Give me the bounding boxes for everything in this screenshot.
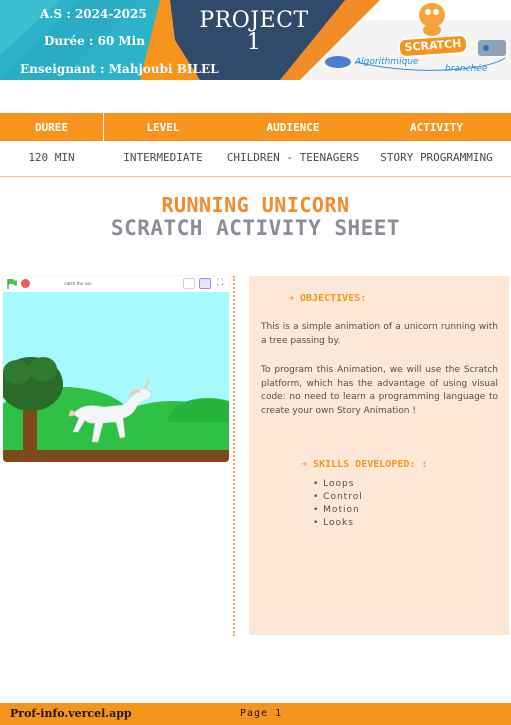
header-banner: A.S : 2024-2025 Durée : 60 Min Enseignan… [0,0,511,80]
tagline-algorithmique: Algorithmique [355,57,419,67]
info-value-audience: CHILDREN - TEENAGERS [226,151,360,164]
skills-heading: ➔ SKILLS DEVELOPED: : [301,459,428,470]
small-stage-icon[interactable] [183,278,195,289]
info-header-activity: ACTIVITY [410,121,463,134]
info-value-level: INTERMEDIATE [123,151,203,164]
info-header-level: LEVEL [146,121,180,134]
activity-subtitle: SCRATCH ACTIVITY SHEET [110,216,401,240]
info-table-row: 120 MIN INTERMEDIATE CHILDREN - TEENAGER… [0,141,511,177]
fullscreen-icon[interactable]: ⛶ [217,278,223,288]
info-table-header: DUREE LEVEL AUDIENCE ACTIVITY [0,113,511,141]
info-header-audience: AUDIENCE [266,121,320,134]
stage-project-name: catch the sun [64,281,92,286]
skills-list: Loops Control Motion Looks [313,478,363,530]
stage-toolbar: catch the sun ⛶ [3,276,229,292]
skill-item: Loops [313,478,363,491]
info-value-activity: STORY PROGRAMMING [380,151,493,164]
normal-stage-icon[interactable] [199,278,211,289]
session-duration: Durée : 60 Min [44,34,145,48]
column-divider [233,276,235,636]
project-title-line2: 1 [246,30,262,55]
tagline-branchee: branchée [445,64,488,74]
skill-item: Control [313,491,363,504]
objectives-paragraph-1: This is a simple animation of a unicorn … [261,322,498,346]
skill-item: Looks [313,517,363,530]
project-title-line1: PROJECT [199,8,309,33]
objectives-heading: ➔ OBJECTIVES: [288,293,367,304]
skill-item: Motion [313,504,363,517]
objectives-panel: ➔ OBJECTIVES: This is a simple animation… [249,276,509,635]
objectives-paragraph-2: To program this Animation, we will use t… [261,365,498,416]
teacher-name: Enseignant : Mahjoubi BILEL [20,62,219,76]
project-title: PROJECT 1 [180,10,328,54]
school-year: A.S : 2024-2025 [40,7,147,21]
stage-canvas[interactable] [3,292,229,462]
page-footer: Prof-info.vercel.app Page 1 [0,703,511,725]
activity-title: RUNNING UNICORN [161,193,350,217]
info-value-duree: 120 MIN [28,151,75,164]
scratch-stage: catch the sun ⛶ [3,276,229,462]
footer-site-link[interactable]: Prof-info.vercel.app [10,707,132,720]
info-header-duree: DUREE [34,121,69,134]
page-number: Page 1 [240,708,283,719]
